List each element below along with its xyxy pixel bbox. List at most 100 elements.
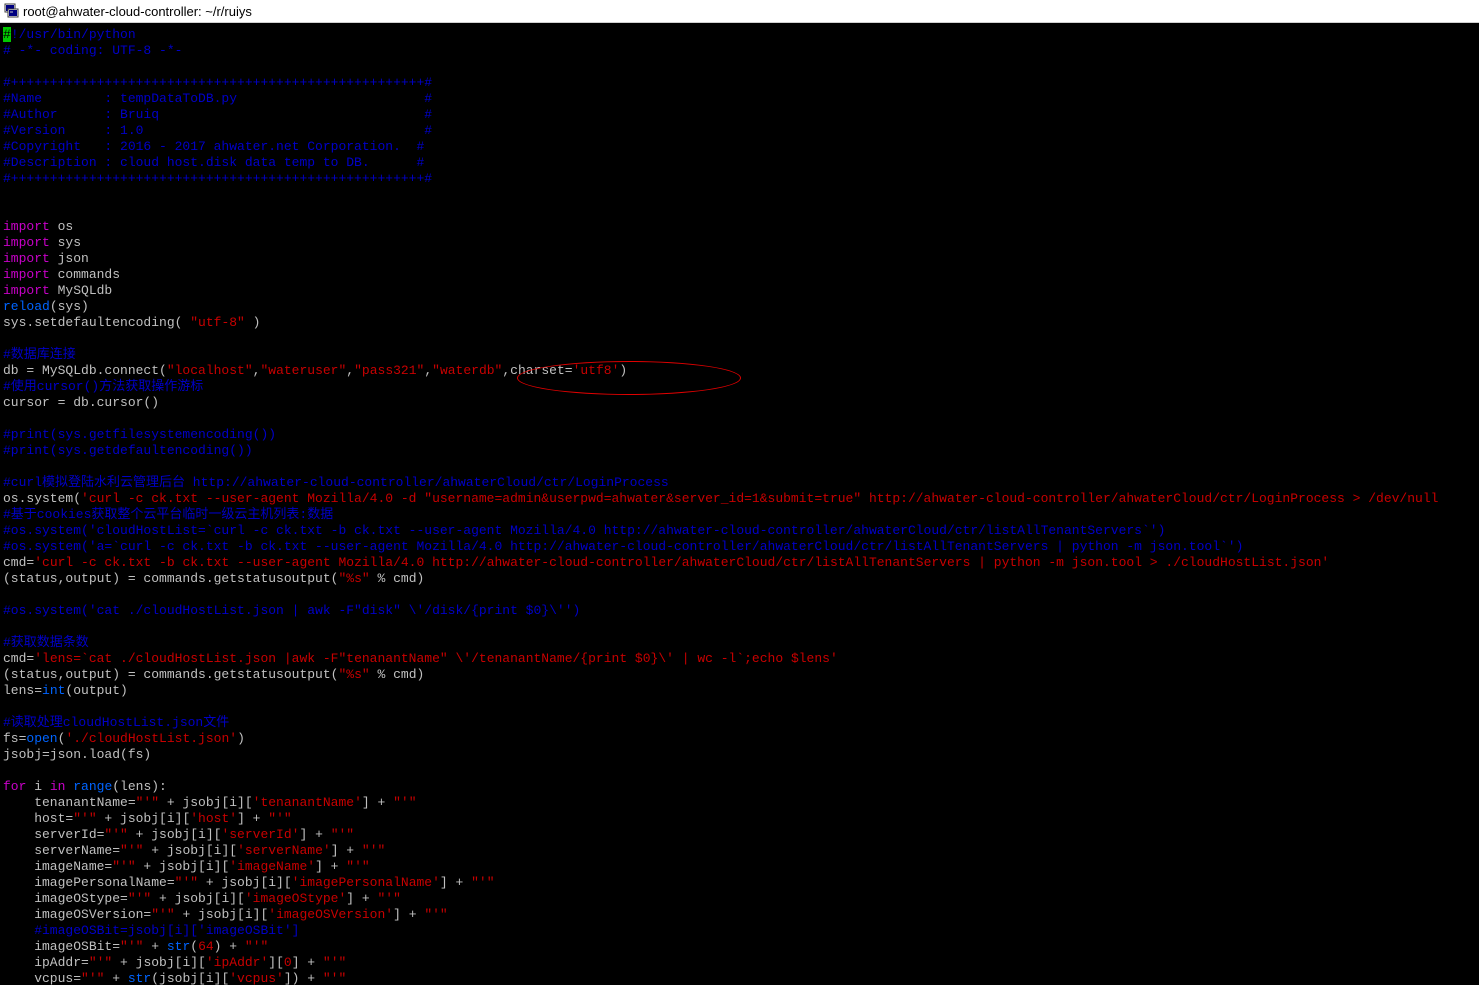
- code-editor[interactable]: #!/usr/bin/python # -*- coding: UTF-8 -*-…: [3, 27, 1438, 985]
- code-token: import: [3, 219, 50, 234]
- code-token: #os.system('a=`curl -c ck.txt -b ck.txt …: [3, 539, 1244, 554]
- code-line: import sys: [3, 235, 1438, 251]
- code-token: imageOSVersion=: [3, 907, 152, 922]
- code-token: #数据库连接: [3, 347, 76, 362]
- code-line: #Description : cloud host.disk data temp…: [3, 155, 1438, 171]
- code-token: "wateruser": [260, 363, 347, 378]
- code-token: "'": [151, 907, 175, 922]
- code-token: + jsobj[i][: [143, 843, 238, 858]
- code-token: str: [166, 939, 191, 954]
- code-token: "'": [361, 843, 386, 858]
- code-line: cmd='curl -c ck.txt -b ck.txt --user-age…: [3, 555, 1438, 571]
- code-line: serverName="'" + jsobj[i]['serverName'] …: [3, 843, 1438, 859]
- code-token: for: [3, 779, 27, 794]
- code-token: + jsobj[i][: [159, 795, 253, 810]
- code-token: "'": [135, 795, 160, 810]
- code-line: #os.system('a=`curl -c ck.txt -b ck.txt …: [3, 539, 1438, 555]
- code-token: ] +: [346, 891, 378, 906]
- code-token: MySQLdb: [49, 283, 113, 298]
- code-token: + jsobj[i][: [96, 811, 191, 826]
- code-token: #获取数据条数: [3, 635, 89, 650]
- code-token: ] +: [237, 811, 269, 826]
- code-token: "waterdb": [432, 363, 503, 378]
- code-token: "'": [104, 827, 128, 842]
- code-token: #基于cookies获取整个云平台临时一级云主机列表:数据: [3, 507, 334, 522]
- code-token: (status,output) = commands.getstatusoutp…: [3, 667, 339, 682]
- code-token: ] +: [330, 843, 362, 858]
- code-token: "'": [244, 939, 269, 954]
- code-token: % cmd): [369, 571, 425, 586]
- code-token: "localhost": [166, 363, 253, 378]
- code-token: + jsobj[i][: [198, 875, 292, 890]
- code-token: ] +: [361, 795, 394, 810]
- code-token: tenanantName=: [3, 795, 136, 810]
- code-token: cmd=: [3, 651, 35, 666]
- code-token: imageOStype=: [3, 891, 128, 906]
- code-token: 0: [283, 955, 292, 970]
- code-token: import: [3, 251, 50, 266]
- code-token: 'utf8': [572, 363, 620, 378]
- code-token: 'vcpus': [229, 971, 284, 985]
- code-token: commands: [49, 267, 121, 282]
- code-line: jsobj=json.load(fs): [3, 747, 1438, 763]
- code-token: open: [26, 731, 58, 746]
- code-token: 'serverName': [237, 843, 331, 858]
- code-line: (status,output) = commands.getstatusoutp…: [3, 571, 1438, 587]
- code-line: sys.setdefaultencoding( "utf-8" ): [3, 315, 1438, 331]
- code-token: 'host': [190, 811, 238, 826]
- code-line: reload(sys): [3, 299, 1438, 315]
- code-token: (: [190, 939, 199, 954]
- code-token: #os.system('cloudHostList=`curl -c ck.tx…: [3, 523, 1166, 538]
- code-line: import commands: [3, 267, 1438, 283]
- code-token: vcpus=: [3, 971, 82, 985]
- code-token: i: [26, 779, 50, 794]
- code-token: ipAddr=: [3, 955, 89, 970]
- code-line: #使用cursor()方法获取操作游标: [3, 379, 1438, 395]
- code-token: fs=: [3, 731, 27, 746]
- code-token: "%s": [338, 571, 370, 586]
- code-token: "'": [424, 907, 448, 922]
- code-token: 'imageOSVersion': [268, 907, 394, 922]
- code-line: imagePersonalName="'" + jsobj[i]['imageP…: [3, 875, 1438, 891]
- code-line: imageOStype="'" + jsobj[i]['imageOStype'…: [3, 891, 1438, 907]
- code-token: "'": [73, 811, 97, 826]
- terminal-window[interactable]: #!/usr/bin/python # -*- coding: UTF-8 -*-…: [0, 24, 1479, 985]
- code-token: 'serverId': [221, 827, 300, 842]
- code-line: #Author : Bruiq #: [3, 107, 1438, 123]
- code-line: lens=int(output): [3, 683, 1438, 699]
- code-token: + jsobj[i][: [174, 907, 269, 922]
- code-token: "'": [112, 859, 136, 874]
- code-token: ,: [424, 363, 433, 378]
- code-token: import: [3, 235, 50, 250]
- code-token: + jsobj[i][: [127, 827, 222, 842]
- code-token: ] +: [439, 875, 472, 890]
- code-token: ] +: [299, 827, 331, 842]
- code-token: ] +: [393, 907, 425, 922]
- code-token: "'": [81, 971, 105, 985]
- code-line: os.system('curl -c ck.txt --user-agent M…: [3, 491, 1438, 507]
- code-token: #print(sys.getdefaultencoding()): [3, 443, 253, 458]
- code-token: ): [237, 731, 245, 746]
- code-token: "pass321": [354, 363, 425, 378]
- code-token: 'tenanantName': [252, 795, 362, 810]
- code-line: #Name : tempDataToDB.py #: [3, 91, 1438, 107]
- code-token: #+++++++++++++++++++++++++++++++++++++++…: [3, 171, 433, 186]
- code-token: ,: [346, 363, 355, 378]
- code-token: os.system(: [3, 491, 82, 506]
- code-token: #print(sys.getfilesystemencoding()): [3, 427, 277, 442]
- window-titlebar[interactable]: root@ahwater-cloud-controller: ~/r/ruiys: [0, 0, 1479, 23]
- code-token: ): [619, 363, 628, 378]
- code-line: cursor = db.cursor(): [3, 395, 1438, 411]
- code-token: #Name : tempDataToDB.py #: [3, 91, 433, 106]
- code-token: "'": [330, 827, 355, 842]
- code-token: #使用cursor()方法获取操作游标: [3, 379, 204, 394]
- code-token: 'imageName': [229, 859, 316, 874]
- code-token: #Description : cloud host.disk data temp…: [3, 155, 425, 170]
- code-line: #+++++++++++++++++++++++++++++++++++++++…: [3, 75, 1438, 91]
- code-token: ] +: [291, 955, 323, 970]
- code-token: in: [49, 779, 66, 794]
